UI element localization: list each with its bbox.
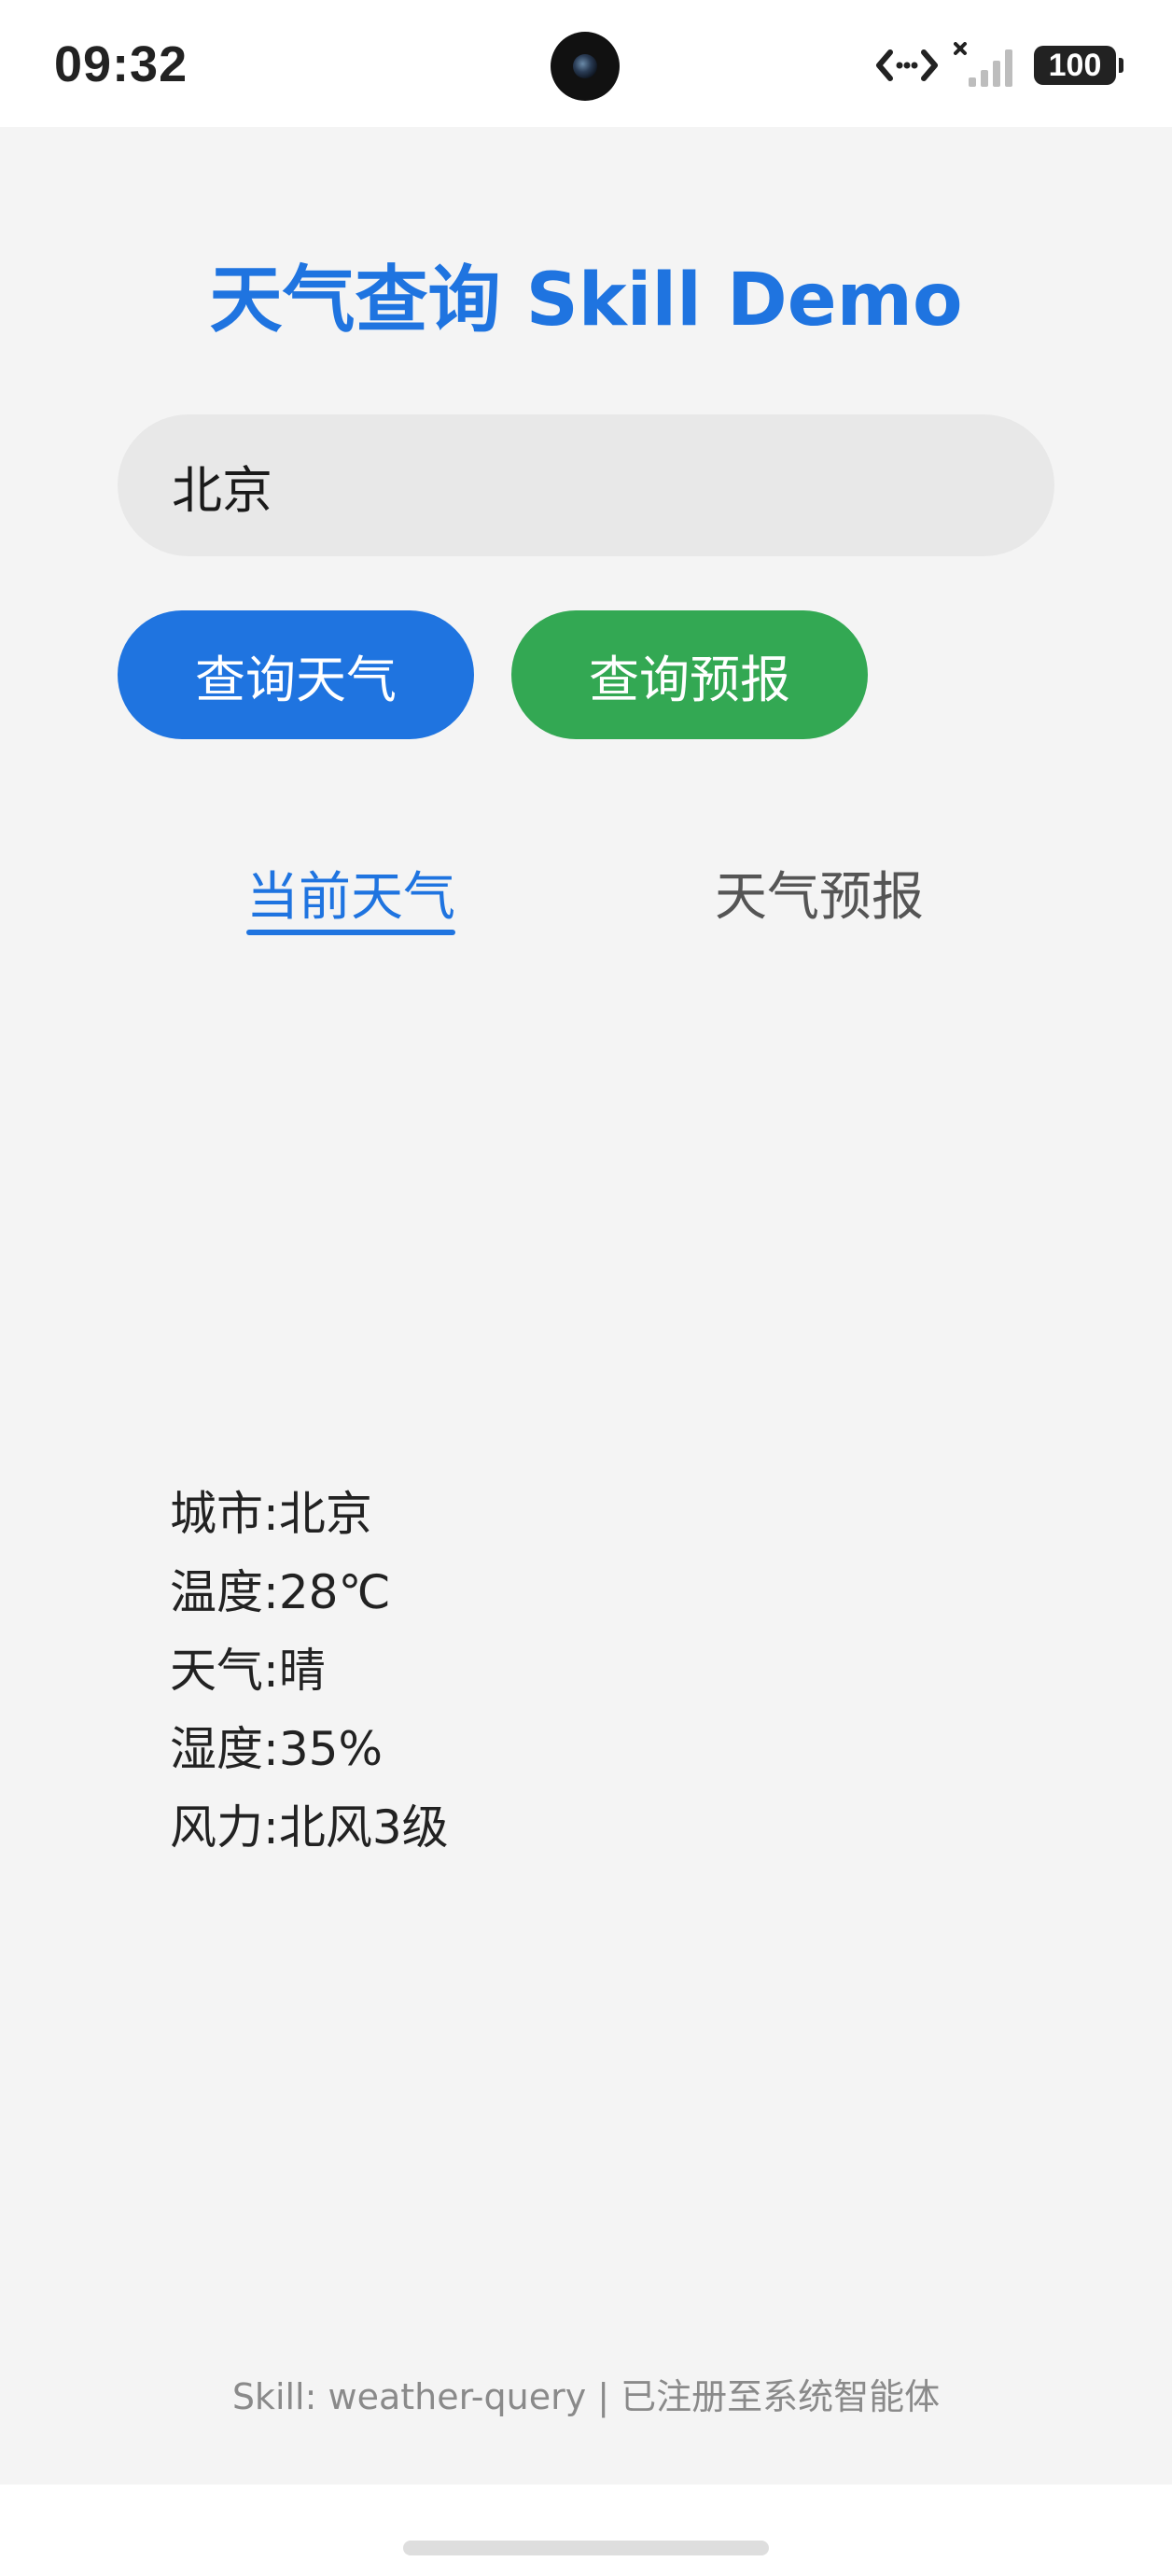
status-time: 09:32 (54, 36, 188, 92)
weather-label: 温度: (170, 1565, 279, 1619)
weather-row-condition: 天气:晴 (170, 1631, 449, 1710)
weather-row-temperature: 温度:28℃ (170, 1553, 449, 1631)
status-bar: 09:32 100 (0, 0, 1172, 127)
battery-icon: 100 (1034, 46, 1123, 85)
query-forecast-button[interactable]: 查询预报 (511, 610, 868, 739)
tab-weather-forecast[interactable]: 天气预报 (715, 862, 924, 933)
city-input[interactable] (118, 414, 1054, 556)
weather-label: 湿度: (170, 1722, 279, 1776)
weather-value: 北京 (278, 1487, 372, 1541)
weather-label: 风力: (170, 1800, 279, 1855)
weather-value: 晴 (278, 1644, 326, 1698)
page-title: 天气查询 Skill Demo (209, 259, 963, 343)
signal-strength-icon (954, 42, 1012, 87)
weather-label: 天气: (170, 1644, 279, 1698)
weather-row-wind: 风力:北风3级 (170, 1788, 449, 1867)
tab-current-weather[interactable]: 当前天气 (246, 862, 455, 933)
query-weather-button[interactable]: 查询天气 (118, 610, 474, 739)
battery-level: 100 (1048, 47, 1102, 83)
weather-row-humidity: 湿度:35% (170, 1710, 449, 1788)
active-tab-indicator (246, 930, 455, 935)
home-indicator[interactable] (403, 2541, 769, 2555)
status-icons: 100 (875, 37, 1123, 93)
front-camera-icon (551, 32, 620, 101)
weather-label: 城市: (170, 1487, 279, 1541)
skill-footer: Skill: weather-query | 已注册至系统智能体 (231, 2376, 941, 2417)
weather-value: 35% (278, 1722, 383, 1776)
bottom-bar (0, 2485, 1172, 2576)
weather-value: 北风3级 (278, 1800, 449, 1855)
weather-row-city: 城市:北京 (170, 1475, 449, 1553)
weather-value: 28℃ (278, 1565, 391, 1619)
data-transfer-icon (876, 49, 938, 81)
weather-info-panel: 城市:北京 温度:28℃ 天气:晴 湿度:35% 风力:北风3级 (170, 1475, 449, 1867)
